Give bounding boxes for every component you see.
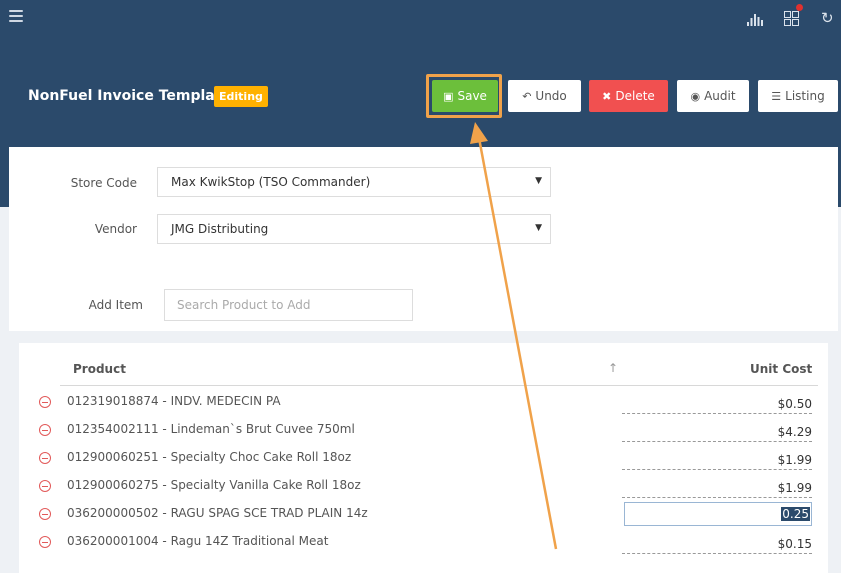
notification-dot xyxy=(796,4,803,11)
table-header-divider xyxy=(60,385,818,386)
product-name: 012900060251 - Specialty Choc Cake Roll … xyxy=(67,450,352,464)
table-row: 036200000502 - RAGU SPAG SCE TRAD PLAIN … xyxy=(0,502,841,530)
remove-icon[interactable] xyxy=(39,508,51,520)
table-row: 012354002111 - Lindeman`s Brut Cuvee 750… xyxy=(0,418,841,446)
audit-button[interactable]: ◉ Audit xyxy=(677,80,749,112)
column-header-product[interactable]: Product xyxy=(73,362,126,376)
undo-label: Undo xyxy=(535,89,567,103)
header-icons: ↻ xyxy=(0,4,841,30)
product-name: 036200001004 - Ragu 14Z Traditional Meat xyxy=(67,534,329,548)
undo-icon: ↶ xyxy=(522,89,532,103)
store-code-select[interactable]: Max KwikStop (TSO Commander) ▼ xyxy=(157,167,551,197)
save-button[interactable]: ▣ Save xyxy=(432,80,498,112)
product-name: 012900060275 - Specialty Vanilla Cake Ro… xyxy=(67,478,361,492)
unit-cost-field[interactable]: $0.50 xyxy=(622,390,812,414)
page-title: NonFuel Invoice Template xyxy=(28,88,231,104)
store-code-value: Max KwikStop (TSO Commander) xyxy=(171,175,371,189)
chart-icon[interactable] xyxy=(747,12,763,26)
delete-label: Delete xyxy=(615,89,655,103)
refresh-icon[interactable]: ↻ xyxy=(821,10,835,26)
grid-icon[interactable] xyxy=(784,11,799,26)
remove-icon[interactable] xyxy=(39,396,51,408)
unit-cost-field[interactable]: $4.29 xyxy=(622,418,812,442)
undo-button[interactable]: ↶ Undo xyxy=(508,80,581,112)
table-row: 012319018874 - INDV. MEDECIN PA $0.50 xyxy=(0,390,841,418)
unit-cost-field[interactable]: $1.99 xyxy=(622,474,812,498)
column-header-unit-cost[interactable]: Unit Cost xyxy=(750,362,812,376)
product-name: 012319018874 - INDV. MEDECIN PA xyxy=(67,394,281,408)
search-input[interactable]: Search Product to Add xyxy=(164,289,413,321)
product-name: 012354002111 - Lindeman`s Brut Cuvee 750… xyxy=(67,422,355,436)
remove-icon[interactable] xyxy=(39,424,51,436)
table-row: 012900060251 - Specialty Choc Cake Roll … xyxy=(0,446,841,474)
store-code-label: Store Code xyxy=(70,176,137,190)
status-badge: Editing xyxy=(214,86,268,107)
table-row: 012900060275 - Specialty Vanilla Cake Ro… xyxy=(0,474,841,502)
remove-icon[interactable] xyxy=(39,536,51,548)
save-icon: ▣ xyxy=(443,89,454,103)
add-item-label: Add Item xyxy=(88,298,143,312)
listing-button[interactable]: ☰ Listing xyxy=(758,80,838,112)
table-row: 036200001004 - Ragu 14Z Traditional Meat… xyxy=(0,530,841,558)
vendor-label: Vendor xyxy=(94,222,137,236)
chevron-down-icon: ▼ xyxy=(535,223,542,233)
vendor-select[interactable]: JMG Distributing ▼ xyxy=(157,214,551,244)
close-icon: ✖ xyxy=(602,89,612,103)
product-name: 036200000502 - RAGU SPAG SCE TRAD PLAIN … xyxy=(67,506,368,520)
eye-icon: ◉ xyxy=(690,89,701,103)
selected-cost-text: 0.25 xyxy=(781,507,810,521)
delete-button[interactable]: ✖ Delete xyxy=(589,80,668,112)
unit-cost-input-active[interactable]: 0.25 xyxy=(624,502,812,526)
save-label: Save xyxy=(457,89,487,103)
unit-cost-field[interactable]: $0.15 xyxy=(622,530,812,554)
sort-arrow-icon[interactable]: ↑ xyxy=(608,361,618,375)
listing-label: Listing xyxy=(785,89,825,103)
remove-icon[interactable] xyxy=(39,452,51,464)
remove-icon[interactable] xyxy=(39,480,51,492)
audit-label: Audit xyxy=(704,89,736,103)
unit-cost-field[interactable]: $1.99 xyxy=(622,446,812,470)
vendor-value: JMG Distributing xyxy=(171,222,269,236)
list-icon: ☰ xyxy=(771,89,782,103)
chevron-down-icon: ▼ xyxy=(535,176,542,186)
